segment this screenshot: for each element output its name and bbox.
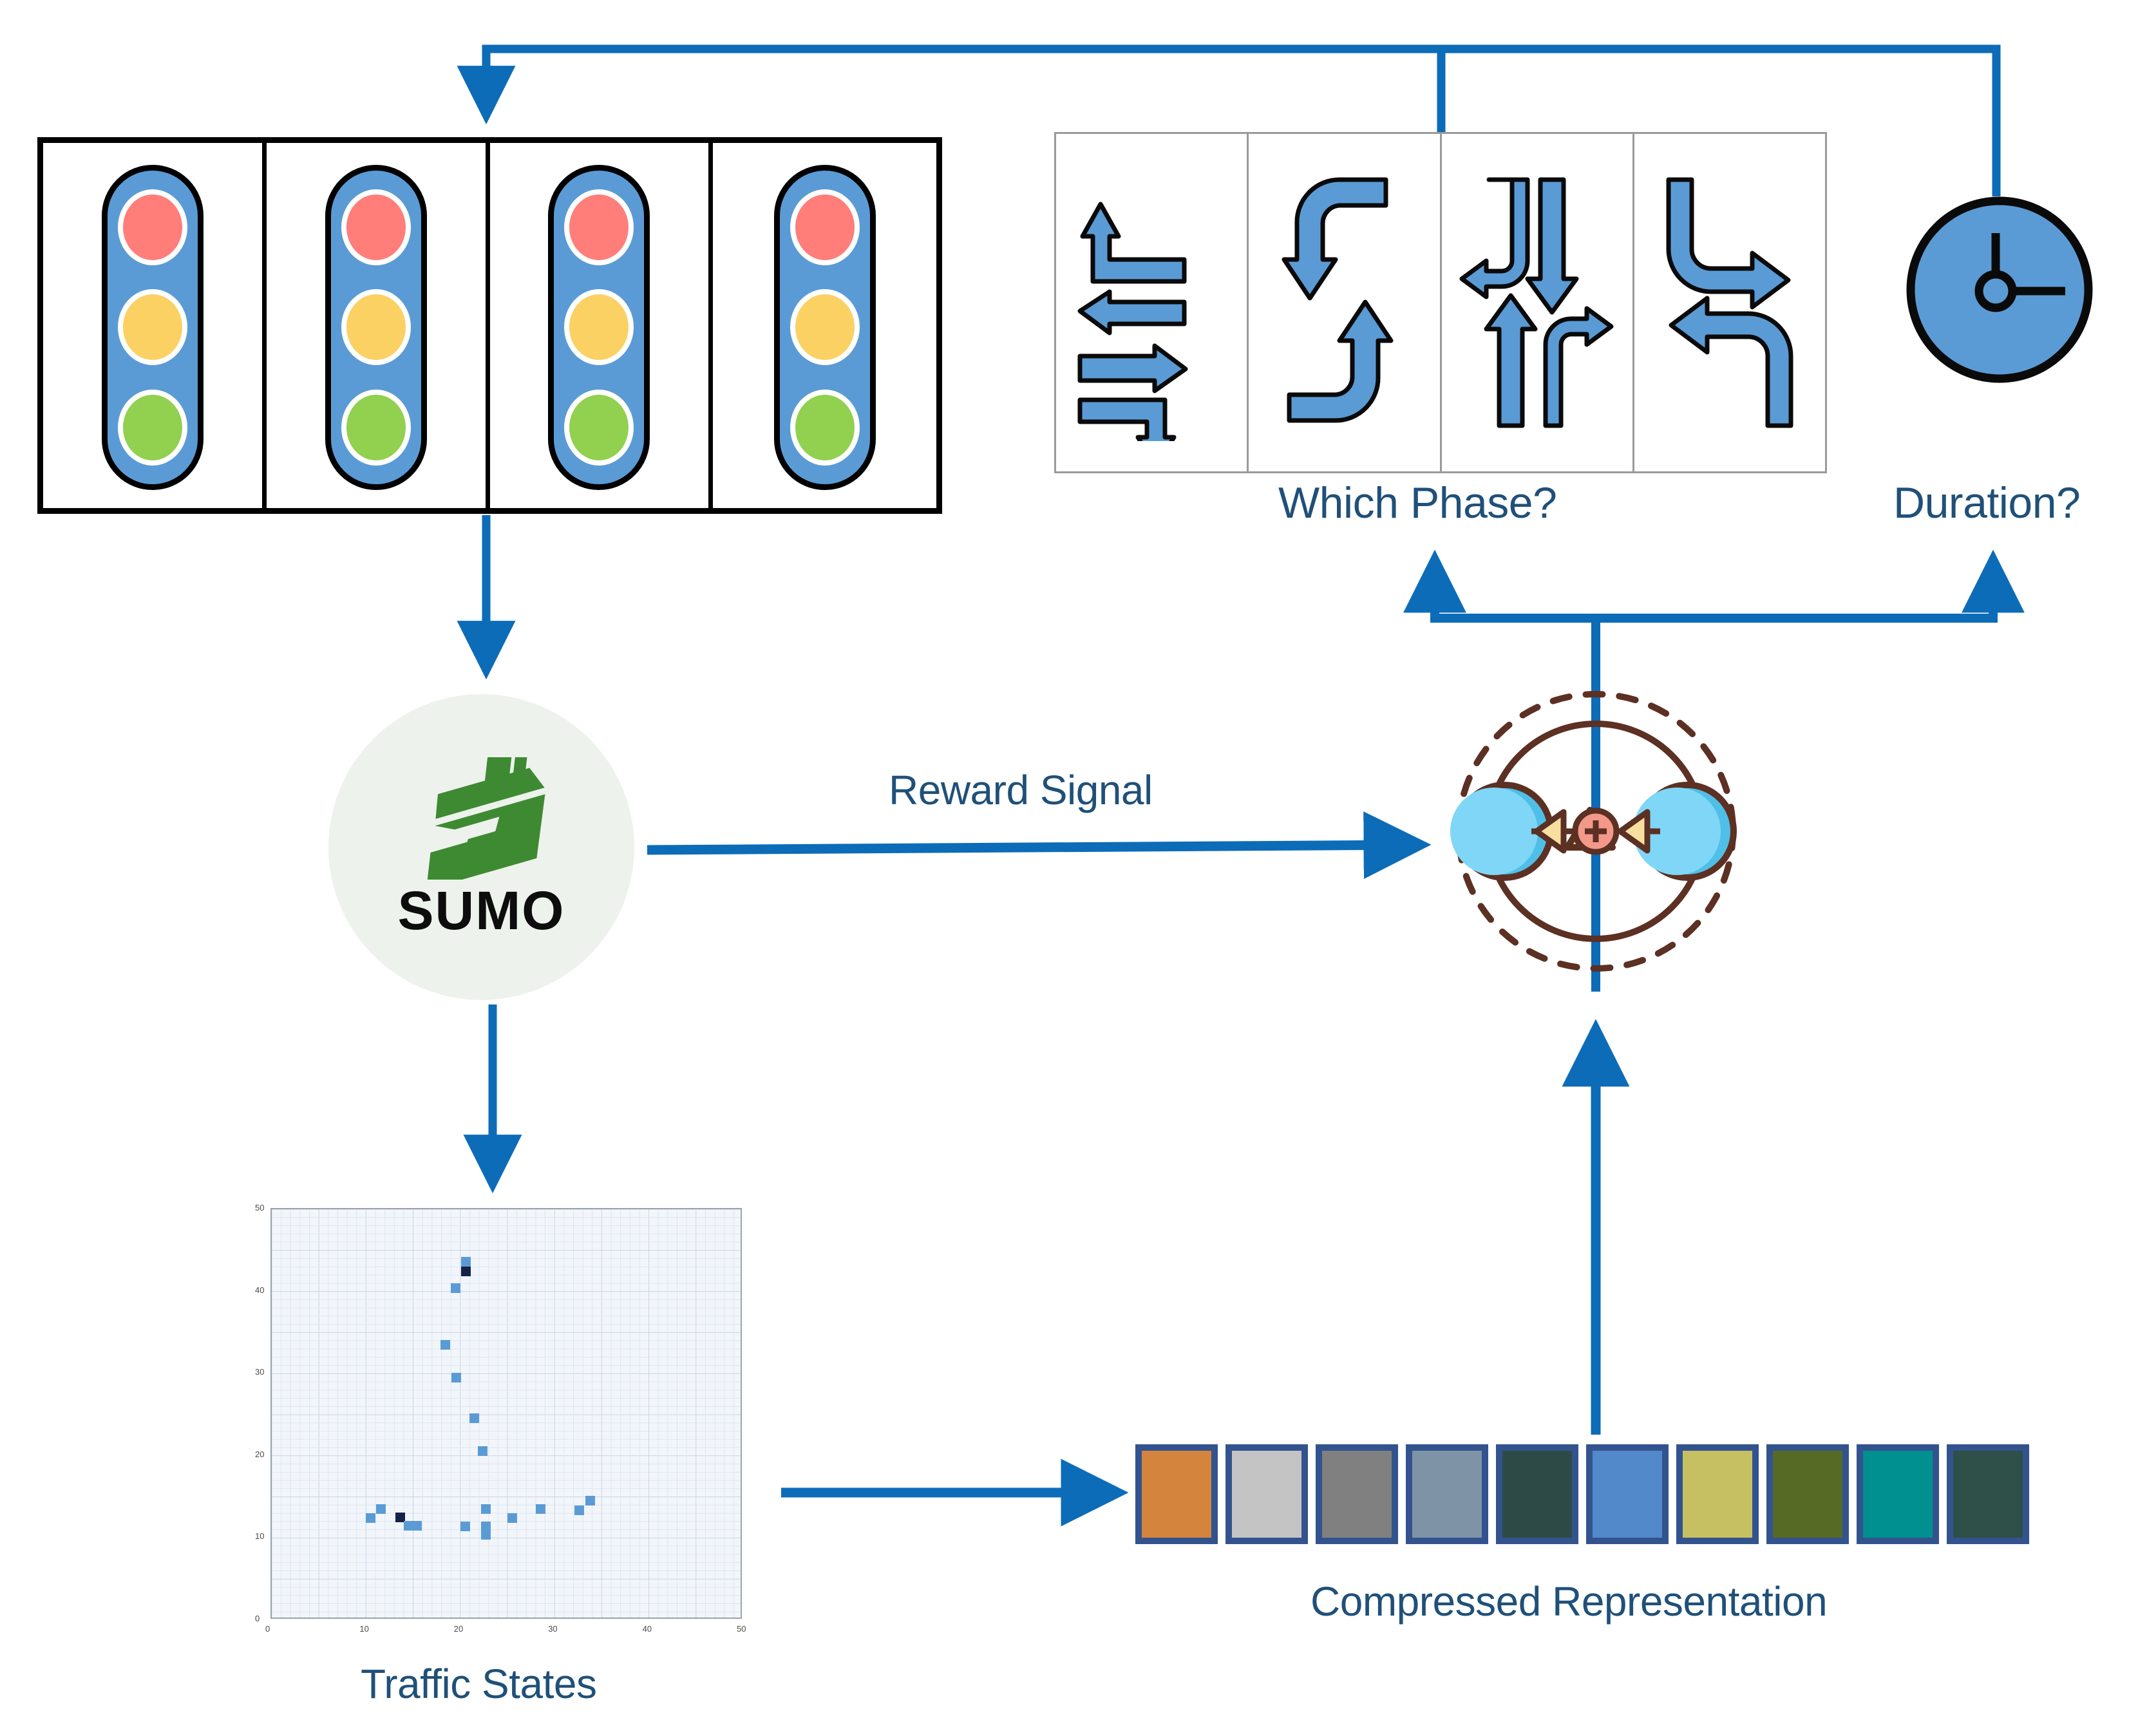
x-tick-label: 30 — [548, 1624, 558, 1634]
amber-lamp-icon — [117, 289, 187, 366]
traffic-states-scatter-plot: 0 10 20 30 40 50 0 10 20 30 40 50 — [240, 1202, 748, 1646]
green-lamp-icon — [790, 390, 860, 466]
code-block-4[interactable] — [1406, 1444, 1488, 1544]
code-block-7[interactable] — [1676, 1444, 1759, 1544]
scatter-point — [440, 1340, 450, 1350]
scatter-point — [480, 1529, 491, 1540]
y-tick-label: 30 — [255, 1367, 265, 1377]
y-tick-label: 40 — [255, 1285, 265, 1295]
scatter-point — [376, 1504, 386, 1514]
which-phase-label: Which Phase? — [1278, 478, 1557, 527]
rl-agent-icon[interactable] — [1435, 680, 1757, 983]
sumo-simulator-node[interactable]: SUMO — [328, 694, 634, 1000]
code-block-6[interactable] — [1586, 1444, 1669, 1544]
traffic-light-cell-1[interactable] — [43, 143, 267, 508]
compressed-representation-strip — [1135, 1444, 2029, 1544]
amber-lamp-icon — [564, 289, 634, 366]
code-block-10[interactable] — [1947, 1444, 2029, 1544]
scatter-point — [480, 1504, 491, 1514]
red-lamp-icon — [790, 189, 860, 265]
traffic-light-housing — [548, 165, 650, 490]
scatter-point — [574, 1505, 584, 1515]
y-tick-label: 10 — [255, 1531, 265, 1542]
x-tick-label: 0 — [265, 1624, 270, 1634]
traffic-light-cell-4[interactable] — [713, 143, 936, 508]
scatter-point — [461, 1267, 471, 1277]
amber-lamp-icon — [790, 289, 860, 366]
y-tick-label: 50 — [255, 1203, 265, 1212]
traffic-signal-group — [37, 137, 942, 514]
code-block-1[interactable] — [1135, 1444, 1218, 1544]
reward-signal-label: Reward Signal — [889, 767, 1153, 813]
red-lamp-icon — [117, 189, 187, 265]
traffic-light-cell-2[interactable] — [267, 143, 490, 508]
red-lamp-icon — [564, 189, 634, 265]
green-lamp-icon — [117, 390, 187, 466]
scatter-point — [585, 1496, 596, 1506]
scatter-point — [412, 1520, 422, 1531]
scatter-point — [451, 1373, 462, 1383]
code-block-9[interactable] — [1857, 1444, 1939, 1544]
scatter-plot-area — [270, 1208, 742, 1619]
scatter-points — [272, 1209, 741, 1618]
scatter-point — [535, 1504, 545, 1514]
scatter-point — [469, 1413, 480, 1423]
sumo-wordmark: SUMO — [397, 880, 565, 941]
red-lamp-icon — [341, 189, 411, 265]
traffic-light-housing — [325, 165, 427, 490]
x-tick-label: 50 — [737, 1624, 746, 1634]
x-tick-label: 10 — [359, 1624, 369, 1634]
x-tick-label: 40 — [642, 1624, 652, 1634]
code-block-8[interactable] — [1766, 1444, 1849, 1544]
code-block-3[interactable] — [1316, 1444, 1398, 1544]
green-lamp-icon — [341, 390, 411, 466]
phase-right-left-arc[interactable] — [1634, 134, 1825, 471]
traffic-light-housing — [773, 165, 876, 490]
scatter-point — [507, 1513, 517, 1524]
y-tick-label: 0 — [255, 1614, 260, 1623]
amber-lamp-icon — [341, 289, 411, 366]
code-block-2[interactable] — [1225, 1444, 1308, 1544]
phase-through-sb-nb[interactable] — [1442, 134, 1634, 471]
traffic-light-cell-3[interactable] — [490, 143, 714, 508]
phase-left-turn-pair[interactable] — [1249, 134, 1442, 471]
y-tick-label: 20 — [255, 1449, 265, 1459]
clock-icon[interactable] — [1903, 193, 2096, 386]
duration-label: Duration? — [1893, 478, 2081, 527]
diagram-canvas: Which Phase? Duration? Reward Signal Com… — [0, 0, 2138, 1736]
green-lamp-icon — [564, 390, 634, 466]
phase-through-left-ns[interactable] — [1056, 134, 1249, 471]
x-tick-label: 20 — [453, 1624, 464, 1634]
scatter-point — [366, 1513, 376, 1524]
compressed-representation-label: Compressed Representation — [1310, 1578, 1828, 1625]
scatter-point — [461, 1257, 471, 1267]
sumo-logo-icon — [425, 757, 545, 880]
phase-option-grid — [1054, 132, 1827, 473]
scatter-point — [478, 1446, 488, 1456]
scatter-point — [460, 1522, 470, 1532]
traffic-light-housing — [101, 165, 203, 490]
scatter-point — [450, 1283, 460, 1293]
traffic-states-label: Traffic States — [361, 1661, 597, 1707]
code-block-5[interactable] — [1496, 1444, 1578, 1544]
